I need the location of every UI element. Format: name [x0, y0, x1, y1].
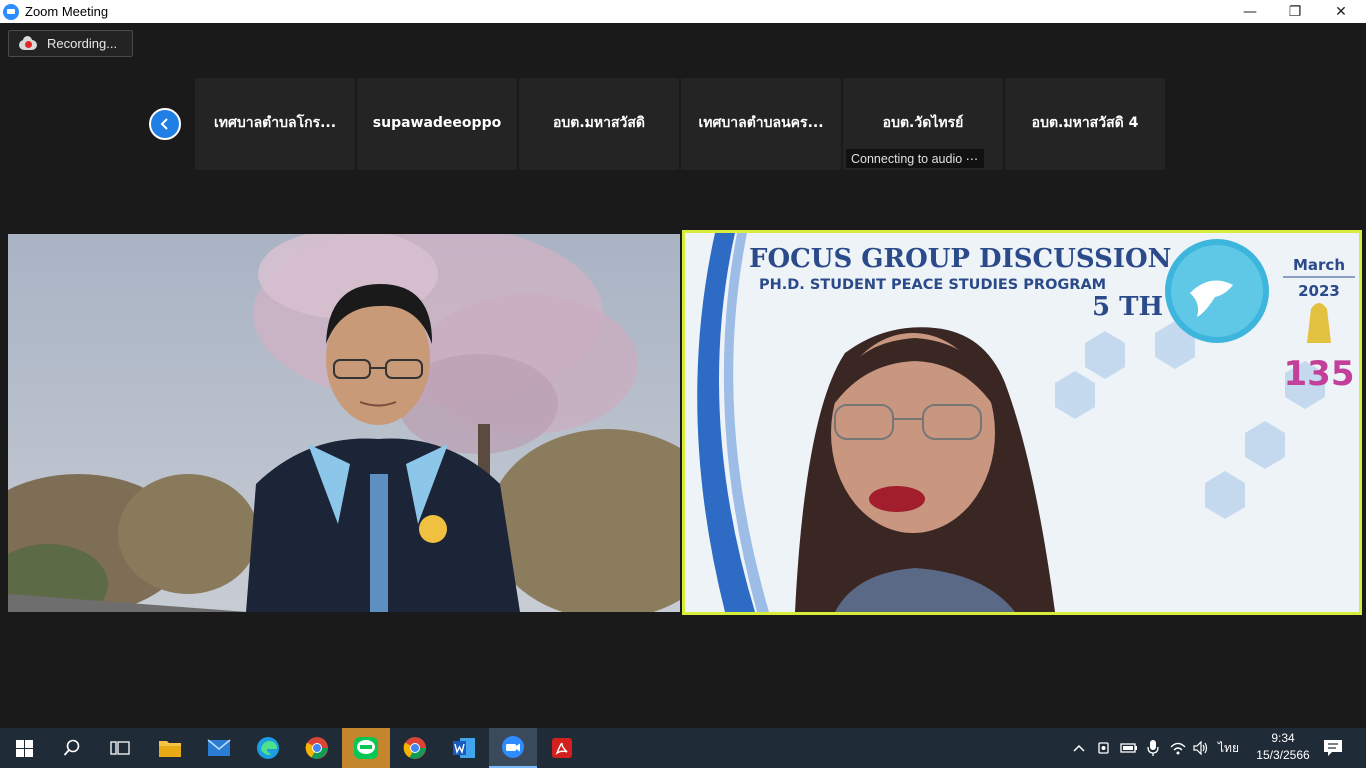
clock-date: 15/3/2566	[1256, 748, 1310, 762]
participant-tile[interactable]: supawadeeoppo	[357, 78, 517, 170]
participant-video-left[interactable]	[8, 234, 680, 612]
video-frame-man	[8, 234, 680, 612]
meet-now-icon[interactable]	[1096, 740, 1114, 756]
meeting-area: Recording... เทศบาลตำบลโกร... supawadeeo…	[0, 23, 1366, 728]
restore-button[interactable]: ❐	[1272, 0, 1318, 23]
search-icon	[63, 739, 80, 756]
zoom-app-icon	[502, 736, 524, 758]
recording-label: Recording...	[47, 36, 118, 51]
participant-strip: เทศบาลตำบลโกร... supawadeeoppo อบต.มหาสว…	[195, 78, 1167, 170]
taskbar: ไทย 9:34 15/3/2566	[0, 728, 1366, 768]
participant-tile[interactable]: อบต.มหาสวัสดิ 4	[1005, 78, 1165, 170]
taskbar-edge[interactable]	[244, 728, 292, 768]
taskbar-file-explorer[interactable]	[146, 728, 194, 768]
taskbar-chrome[interactable]	[293, 728, 341, 768]
volume-icon[interactable]	[1192, 740, 1210, 756]
participant-tile[interactable]: อบต.วัดไทรย์ Connecting to audio ⋯	[843, 78, 1003, 170]
pdf-reader-icon	[552, 738, 572, 758]
slide-heading: FOCUS GROUP DISCUSSION	[749, 244, 1171, 274]
participant-name: อบต.มหาสวัสดิ	[552, 115, 646, 131]
chrome-icon	[305, 737, 328, 759]
taskbar-word[interactable]	[440, 728, 488, 768]
clock[interactable]: 9:34 15/3/2566	[1250, 730, 1316, 764]
wifi-icon[interactable]	[1169, 740, 1187, 756]
participant-name: อบต.วัดไทรย์	[882, 115, 964, 131]
line-app-icon	[354, 737, 378, 759]
zoom-logo-icon	[3, 3, 19, 20]
recording-indicator[interactable]: Recording...	[8, 30, 133, 57]
taskbar-acrobat[interactable]	[538, 728, 586, 768]
taskbar-chrome-2[interactable]	[391, 728, 439, 768]
edge-browser-icon	[257, 737, 279, 759]
slide-edition: 5 TH	[1092, 292, 1163, 322]
close-button[interactable]: ✕	[1318, 0, 1364, 23]
cloud-record-icon	[19, 35, 37, 50]
task-view-icon	[110, 741, 130, 755]
input-language-indicator[interactable]: ไทย	[1218, 739, 1239, 758]
taskbar-zoom[interactable]	[489, 728, 537, 768]
slide-year: 2023	[1298, 282, 1340, 300]
folder-icon	[159, 741, 181, 757]
clock-time: 9:34	[1271, 731, 1295, 745]
participant-tile[interactable]: เทศบาลตำบลนคร...	[681, 78, 841, 170]
search-button[interactable]	[48, 728, 96, 768]
chrome-icon	[403, 737, 426, 759]
participant-name: อบต.มหาสวัสดิ 4	[1031, 115, 1139, 131]
notifications-icon[interactable]	[1323, 739, 1343, 757]
microphone-icon[interactable]	[1145, 739, 1161, 757]
participant-tile[interactable]: เทศบาลตำบลโกร...	[195, 78, 355, 170]
participant-tile[interactable]: อบต.มหาสวัสดิ	[519, 78, 679, 170]
previous-page-button[interactable]	[149, 108, 181, 140]
chevron-left-icon	[160, 118, 168, 130]
start-button[interactable]	[0, 728, 48, 768]
participant-name: supawadeeoppo	[372, 115, 502, 131]
audio-status-label: Connecting to audio ⋯	[846, 149, 985, 168]
participant-name: เทศบาลตำบลโกร...	[213, 115, 337, 131]
battery-icon[interactable]	[1120, 740, 1138, 756]
windows-logo-icon	[15, 739, 33, 757]
anniversary-logo-text: 135	[1284, 354, 1355, 394]
video-frame-speaker: FOCUS GROUP DISCUSSION PH.D. STUDENT PEA…	[685, 233, 1359, 612]
taskbar-line[interactable]	[342, 728, 390, 768]
tray-chevron-up-icon[interactable]	[1071, 740, 1087, 756]
window-title: Zoom Meeting	[25, 4, 109, 19]
taskbar-mail[interactable]	[195, 728, 243, 768]
participant-name: เทศบาลตำบลนคร...	[698, 115, 824, 131]
word-icon	[453, 738, 475, 758]
minimize-button[interactable]: —	[1227, 0, 1273, 23]
mail-icon	[207, 739, 231, 756]
slide-subheading: PH.D. STUDENT PEACE STUDIES PROGRAM	[759, 277, 1106, 293]
title-bar: Zoom Meeting — ❐ ✕	[0, 0, 1366, 23]
active-speaker-video[interactable]: FOCUS GROUP DISCUSSION PH.D. STUDENT PEA…	[682, 230, 1362, 615]
slide-month: March	[1293, 256, 1345, 274]
task-view-button[interactable]	[96, 728, 144, 768]
